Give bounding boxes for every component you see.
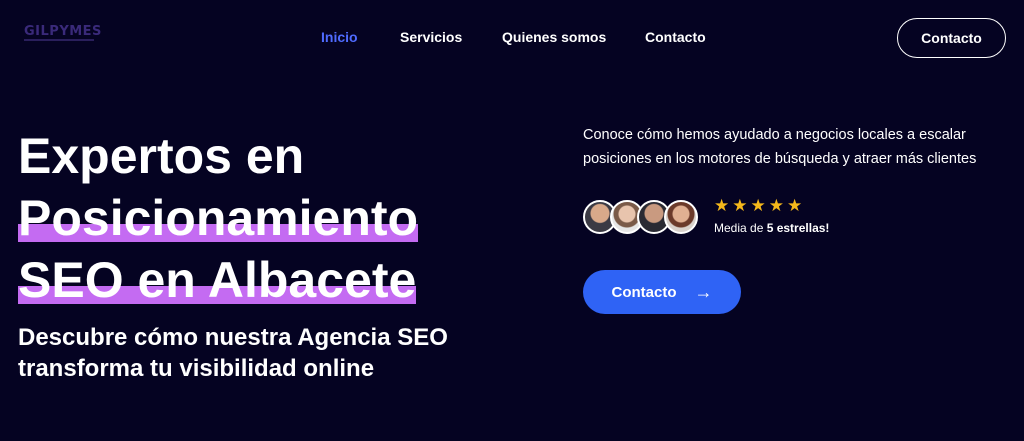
nav-item-servicios[interactable]: Servicios — [400, 29, 462, 45]
hero-description: Conoce cómo hemos ayudado a negocios loc… — [583, 127, 977, 167]
hero-title-highlight-2: SEO en Albacete — [18, 252, 417, 308]
nav-item-contacto[interactable]: Contacto — [645, 29, 706, 45]
brand-logo[interactable]: GILPYMES — [24, 24, 102, 39]
hero-title-line-2: Posicionamiento — [18, 190, 419, 246]
nav-item-inicio[interactable]: Inicio — [321, 29, 358, 45]
hero-title-line-3: SEO en Albacete — [18, 252, 417, 308]
customer-avatars — [583, 200, 703, 236]
avatar — [664, 200, 698, 234]
star-rating-icons: ★★★★★ — [714, 196, 806, 215]
hero-subtitle: Descubre cómo nuestra Agencia SEO transf… — [18, 324, 448, 382]
hero-title-line-1: Expertos en — [18, 128, 305, 184]
header-contact-button[interactable]: Contacto — [897, 18, 1006, 58]
nav-item-quienes-somos[interactable]: Quienes somos — [502, 29, 606, 45]
hero-contact-button[interactable]: Contacto → — [583, 270, 741, 314]
hero-title-highlight-1: Posicionamiento — [18, 190, 419, 246]
logo-underline — [24, 39, 94, 41]
hero-contact-button-label: Contacto — [611, 283, 677, 301]
arrow-right-icon: → — [694, 282, 713, 302]
highlight-mark: SEO en Albacete — [18, 252, 417, 308]
rating-text: Media de 5 estrellas! — [714, 221, 830, 235]
highlight-mark: Posicionamiento — [18, 190, 419, 246]
